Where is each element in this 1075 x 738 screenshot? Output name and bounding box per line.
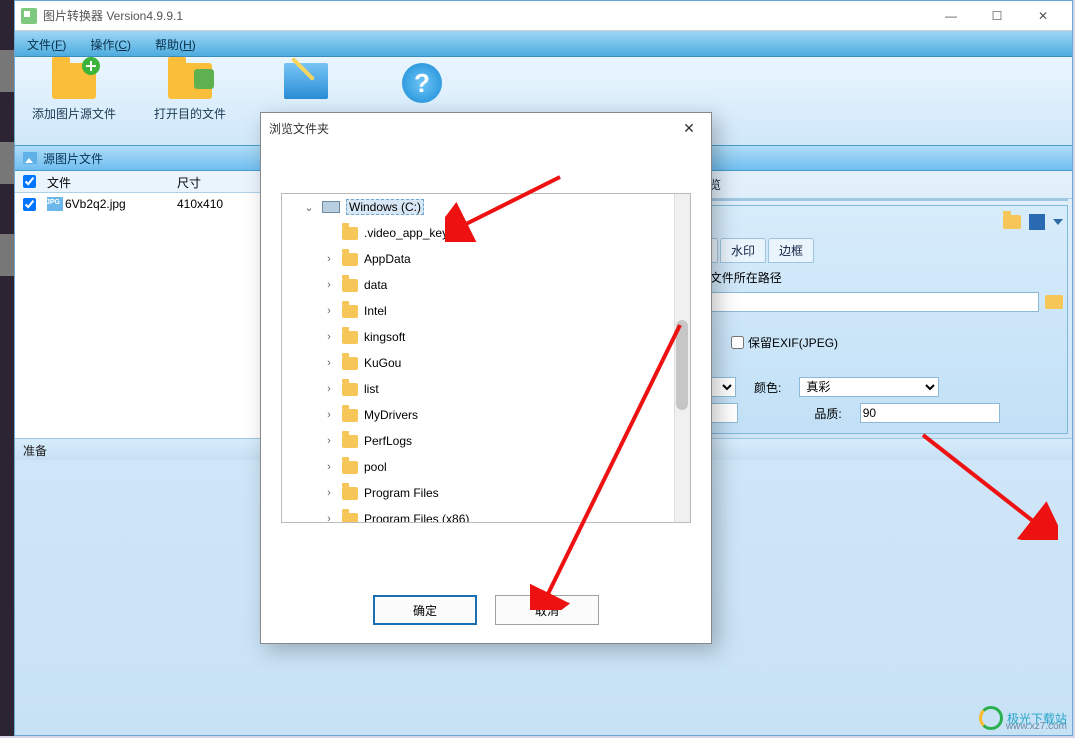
menu-help[interactable]: 帮助(H) [143, 31, 208, 56]
tree-node[interactable]: ›Program Files (x86) [282, 506, 690, 523]
expand-icon[interactable]: › [322, 461, 336, 473]
tree-node-root[interactable]: ⌄ Windows (C:) [282, 194, 690, 220]
desktop-left-strip [0, 0, 14, 736]
dialog-titlebar: 浏览文件夹 ✕ [261, 113, 711, 143]
expand-icon[interactable]: › [322, 253, 336, 265]
color-select[interactable]: 真彩 [799, 377, 939, 397]
minimize-button[interactable]: — [928, 2, 974, 30]
browse-folder-icon[interactable] [1045, 295, 1063, 309]
add-source-button[interactable]: 添加图片源文件 [25, 63, 123, 143]
col-file: 文件 [39, 171, 169, 192]
tree-node[interactable]: ›PerfLogs [282, 428, 690, 454]
menu-operate[interactable]: 操作(C) [78, 31, 143, 56]
folder-arrow-icon [168, 63, 212, 99]
folder-icon [342, 227, 358, 240]
tab-border[interactable]: 边框 [768, 238, 814, 263]
tree-node[interactable]: ›kingsoft [282, 324, 690, 350]
dialog-close-button[interactable]: ✕ [675, 120, 703, 137]
folder-icon [342, 487, 358, 500]
collapse-icon[interactable]: ⌄ [302, 201, 316, 214]
folder-icon [342, 305, 358, 318]
expand-icon[interactable]: › [322, 513, 336, 523]
keep-exif-checkbox[interactable]: 保留EXIF(JPEG) [731, 334, 838, 351]
folder-icon [342, 357, 358, 370]
wand-icon [284, 63, 328, 99]
close-button[interactable]: ✕ [1020, 2, 1066, 30]
expand-icon[interactable]: › [322, 409, 336, 421]
expand-icon[interactable]: › [322, 357, 336, 369]
folder-icon [342, 461, 358, 474]
menu-file[interactable]: 文件(F) [15, 31, 78, 56]
open-folder-icon[interactable] [1003, 215, 1021, 229]
dialog-ok-button[interactable]: 确定 [373, 595, 477, 625]
open-dest-button[interactable]: 打开目的文件 [141, 63, 239, 143]
folder-icon [342, 409, 358, 422]
tree-scrollbar[interactable] [674, 194, 690, 522]
expand-icon[interactable]: › [322, 331, 336, 343]
tree-node[interactable]: .video_app_key [282, 220, 690, 246]
tree-node[interactable]: ›list [282, 376, 690, 402]
folder-icon [342, 513, 358, 524]
col-size: 尺寸 [169, 171, 259, 192]
tree-node[interactable]: ›MyDrivers [282, 402, 690, 428]
folder-icon [342, 435, 358, 448]
select-all-checkbox[interactable] [23, 175, 36, 188]
expand-icon[interactable]: › [322, 435, 336, 447]
app-icon [21, 8, 37, 24]
jpg-icon [47, 197, 63, 211]
folder-icon [342, 253, 358, 266]
drive-icon [322, 201, 340, 213]
tree-node[interactable]: ›AppData [282, 246, 690, 272]
folder-icon [342, 383, 358, 396]
folder-plus-icon [52, 63, 96, 99]
watermark: 极光下载站 www.xz7.com [979, 706, 1067, 730]
tree-node[interactable]: ›KuGou [282, 350, 690, 376]
quality-input[interactable] [860, 403, 1000, 423]
expand-icon[interactable]: › [322, 279, 336, 291]
dialog-cancel-button[interactable]: 取消 [495, 595, 599, 625]
folder-tree: ⌄ Windows (C:) .video_app_key ›AppData ›… [281, 193, 691, 523]
tree-node[interactable]: ›Program Files [282, 480, 690, 506]
help-icon: ? [402, 63, 442, 103]
folder-icon [342, 279, 358, 292]
window-titlebar: 图片转换器 Version4.9.9.1 — ☐ ✕ [15, 1, 1072, 31]
browse-folder-dialog: 浏览文件夹 ✕ ⌄ Windows (C:) .video_app_key ›A… [260, 112, 712, 644]
save-disk-icon[interactable] [1029, 214, 1045, 230]
picture-icon [23, 152, 37, 164]
folder-icon [342, 331, 358, 344]
expand-icon[interactable]: › [322, 383, 336, 395]
watermark-logo-icon [979, 706, 1003, 730]
window-title: 图片转换器 Version4.9.9.1 [43, 7, 928, 24]
dropdown-icon[interactable] [1053, 219, 1063, 225]
tab-watermark[interactable]: 水印 [720, 238, 766, 263]
row-checkbox[interactable] [23, 198, 36, 211]
expand-icon[interactable]: › [322, 305, 336, 317]
tree-node[interactable]: ›Intel [282, 298, 690, 324]
expand-icon[interactable]: › [322, 487, 336, 499]
tree-node[interactable]: ›data [282, 272, 690, 298]
menubar: 文件(F) 操作(C) 帮助(H) [15, 31, 1072, 57]
tree-node[interactable]: ›pool [282, 454, 690, 480]
maximize-button[interactable]: ☐ [974, 2, 1020, 30]
